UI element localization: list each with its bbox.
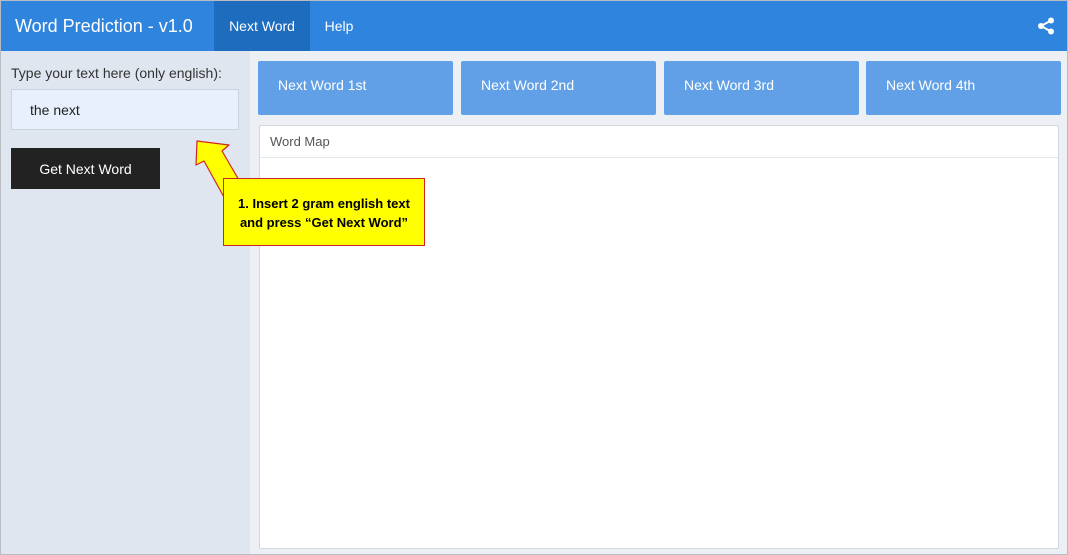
tab-help[interactable]: Help (310, 1, 368, 51)
main-content: Next Word 1st Next Word 2nd Next Word 3r… (250, 51, 1067, 554)
next-word-2nd-button[interactable]: Next Word 2nd (461, 61, 656, 115)
next-word-4th-button[interactable]: Next Word 4th (866, 61, 1061, 115)
next-word-3rd-button[interactable]: Next Word 3rd (664, 61, 859, 115)
text-input-label: Type your text here (only english): (11, 65, 222, 81)
share-icon[interactable] (1037, 17, 1055, 35)
next-word-1st-button[interactable]: Next Word 1st (258, 61, 453, 115)
tab-next-word[interactable]: Next Word (214, 1, 310, 51)
app-window: Word Prediction - v1.0 Next Word Help Ty… (0, 0, 1068, 555)
callout-line-1: 1. Insert 2 gram english text (238, 196, 410, 211)
text-input[interactable] (11, 89, 239, 130)
sidebar: Type your text here (only english): Get … (1, 51, 250, 554)
instruction-callout: 1. Insert 2 gram english text and press … (223, 178, 425, 246)
top-navbar: Word Prediction - v1.0 Next Word Help (1, 1, 1067, 51)
word-map-title: Word Map (260, 126, 1058, 158)
get-next-word-button[interactable]: Get Next Word (11, 148, 160, 189)
app-title: Word Prediction - v1.0 (15, 16, 193, 36)
callout-line-2: and press “Get Next Word” (239, 215, 409, 230)
